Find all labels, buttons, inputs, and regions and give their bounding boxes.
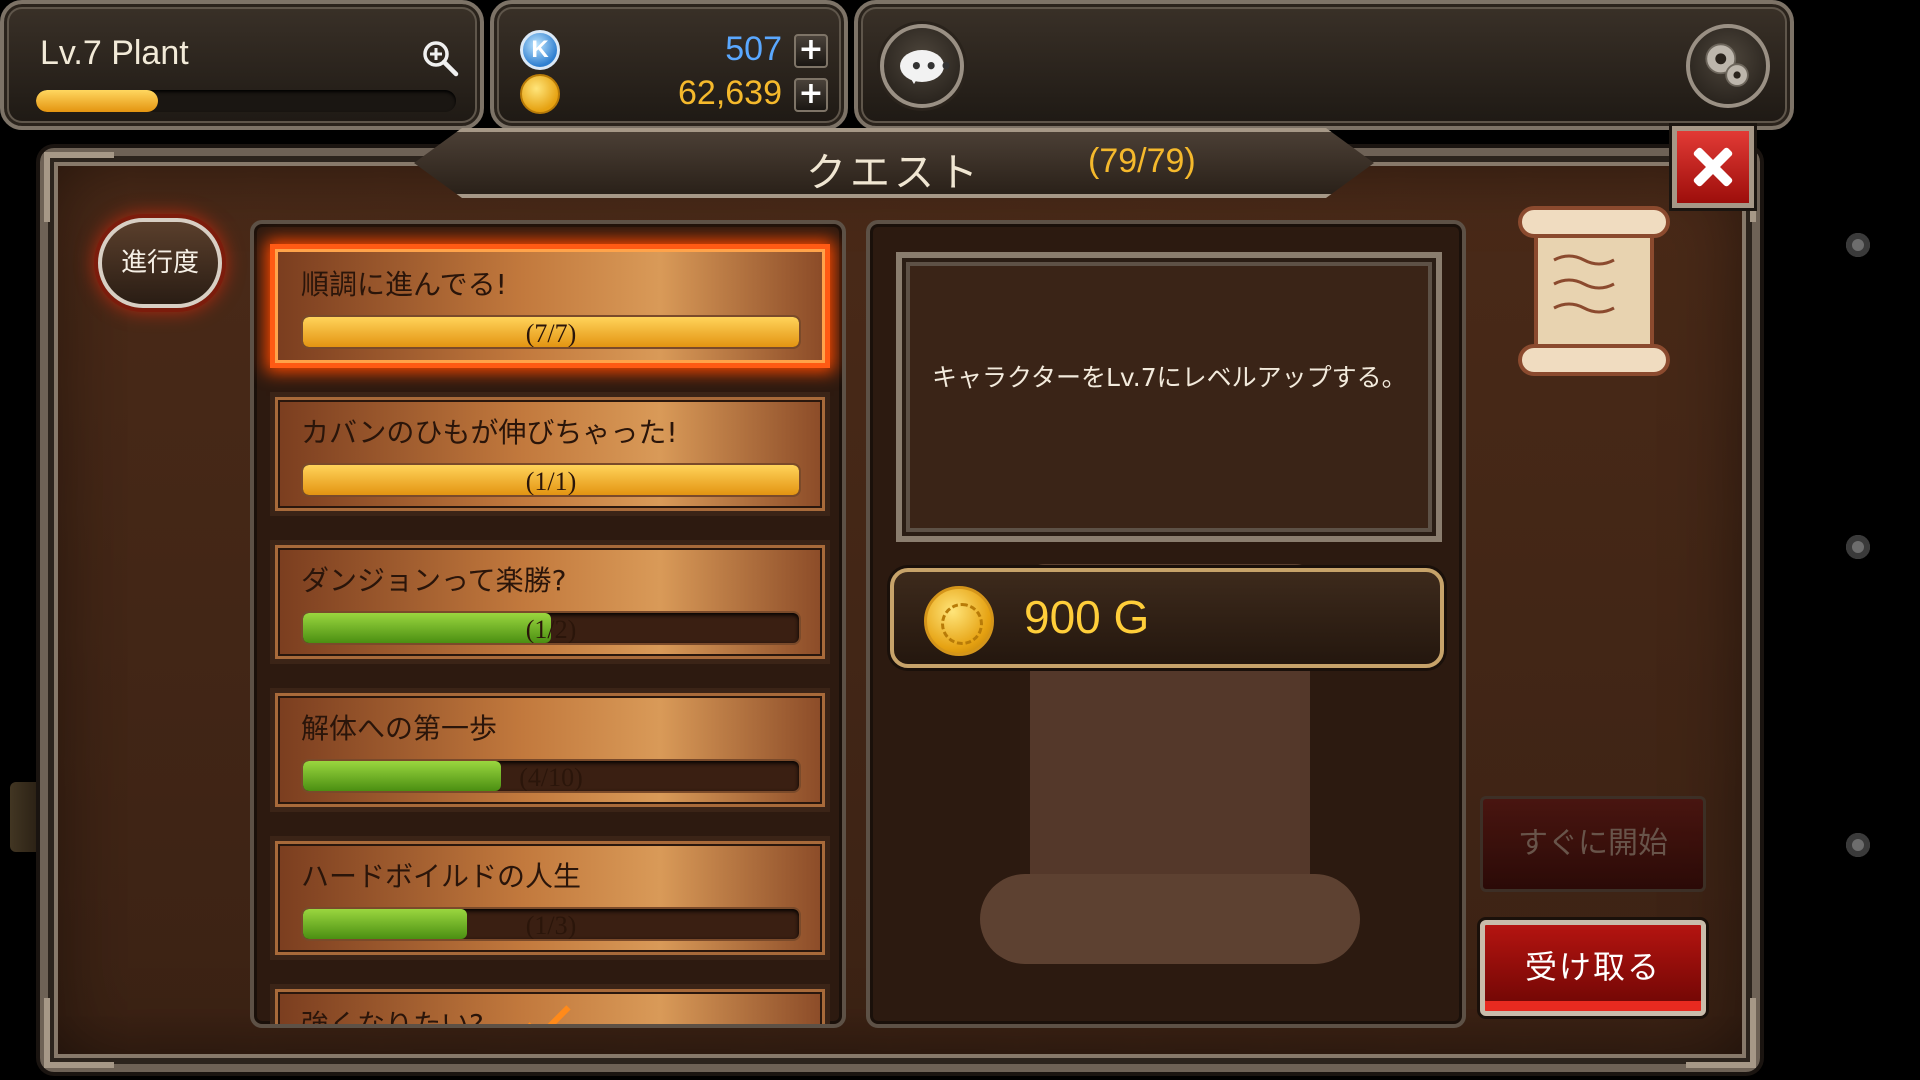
nav-back-button[interactable] (1846, 833, 1870, 857)
settings-button[interactable] (1686, 24, 1770, 108)
quest-item[interactable]: カバンのひもが伸びちゃった! (1/1) (270, 392, 830, 516)
quest-progress-count: (1/2) (525, 615, 577, 644)
currency-panel: K 507 + 62,639 + (490, 0, 848, 130)
k-currency-row: K 507 + (508, 28, 844, 72)
nav-home-button[interactable] (1846, 535, 1870, 559)
progress-filter-button[interactable]: 進行度 (98, 218, 222, 308)
quest-progress-count: (7/7) (525, 319, 577, 348)
chat-button[interactable]: ••• (880, 24, 964, 108)
quest-progress-bar: (1/2) (301, 611, 801, 645)
quest-title: ハードボイルドの人生 (301, 860, 582, 893)
close-button[interactable] (1672, 126, 1754, 208)
quest-progress-count: (1/1) (525, 467, 577, 496)
add-gold-button[interactable]: + (794, 78, 828, 112)
title-banner: クエスト (414, 128, 1374, 198)
quest-title: ダンジョンって楽勝? (301, 564, 567, 597)
quest-description: キャラクターをLv.7にレベルアップする。 (932, 363, 1407, 392)
gold-coin-icon (924, 586, 994, 656)
quest-list[interactable]: 順調に進んでる! (7/7) カバンのひもが伸びちゃった! (1/1) ダンジョンって楽… (250, 220, 846, 1028)
quest-title: 順調に進んでる! (301, 268, 507, 301)
window-title: クエスト (806, 150, 982, 196)
quest-item[interactable]: 解体への第一歩 (4/10) (270, 688, 830, 812)
start-now-button[interactable]: すぐに開始 (1480, 796, 1706, 892)
reward-amount: 900 G (1024, 591, 1150, 643)
quest-progress-count: (4/10) (519, 763, 583, 792)
description-box: キャラクターをLv.7にレベルアップする。 (896, 252, 1442, 542)
gold-currency-value: 62,639 (678, 74, 782, 112)
quest-title: 強くなりたい? (301, 1008, 484, 1028)
gold-currency-row: 62,639 + (508, 72, 844, 116)
xp-bar-fill (36, 90, 158, 112)
zoom-in-icon[interactable] (420, 38, 460, 78)
quest-scroll-icon (1518, 206, 1670, 376)
quest-total-count: (79/79) (1088, 142, 1196, 180)
reward-box: 900 G (890, 568, 1444, 668)
xp-bar (36, 90, 456, 112)
quest-item[interactable]: ハードボイルドの人生 (1/3) (270, 836, 830, 960)
quest-title: 解体への第一歩 (301, 712, 498, 745)
chat-bar: ••• (854, 0, 1794, 130)
quest-progress-bar: (7/7) (301, 315, 801, 349)
add-k-currency-button[interactable]: + (794, 34, 828, 68)
quest-title: カバンのひもが伸びちゃった! (301, 416, 678, 449)
quest-progress-bar: (1/3) (301, 907, 801, 941)
receive-reward-button[interactable]: 受け取る (1480, 920, 1706, 1016)
player-level-name: Lv.7 Plant (40, 34, 189, 72)
quest-item[interactable]: 順調に進んでる! (7/7) (270, 244, 830, 368)
gear-icon (1705, 43, 1749, 87)
k-coin-icon: K (520, 30, 560, 70)
quest-item[interactable]: ダンジョンって楽勝? (1/2) (270, 540, 830, 664)
quest-progress-bar: (4/10) (301, 759, 801, 793)
nav-recent-button[interactable] (1846, 233, 1870, 257)
player-panel: Lv.7 Plant (0, 0, 484, 130)
quest-progress-count: (1/3) (525, 911, 577, 940)
k-currency-value: 507 (725, 30, 782, 68)
quest-detail-panel: キャラクターをLv.7にレベルアップする。 900 G (866, 220, 1466, 1028)
quest-progress-bar: (1/1) (301, 463, 801, 497)
gold-coin-icon (520, 74, 560, 114)
